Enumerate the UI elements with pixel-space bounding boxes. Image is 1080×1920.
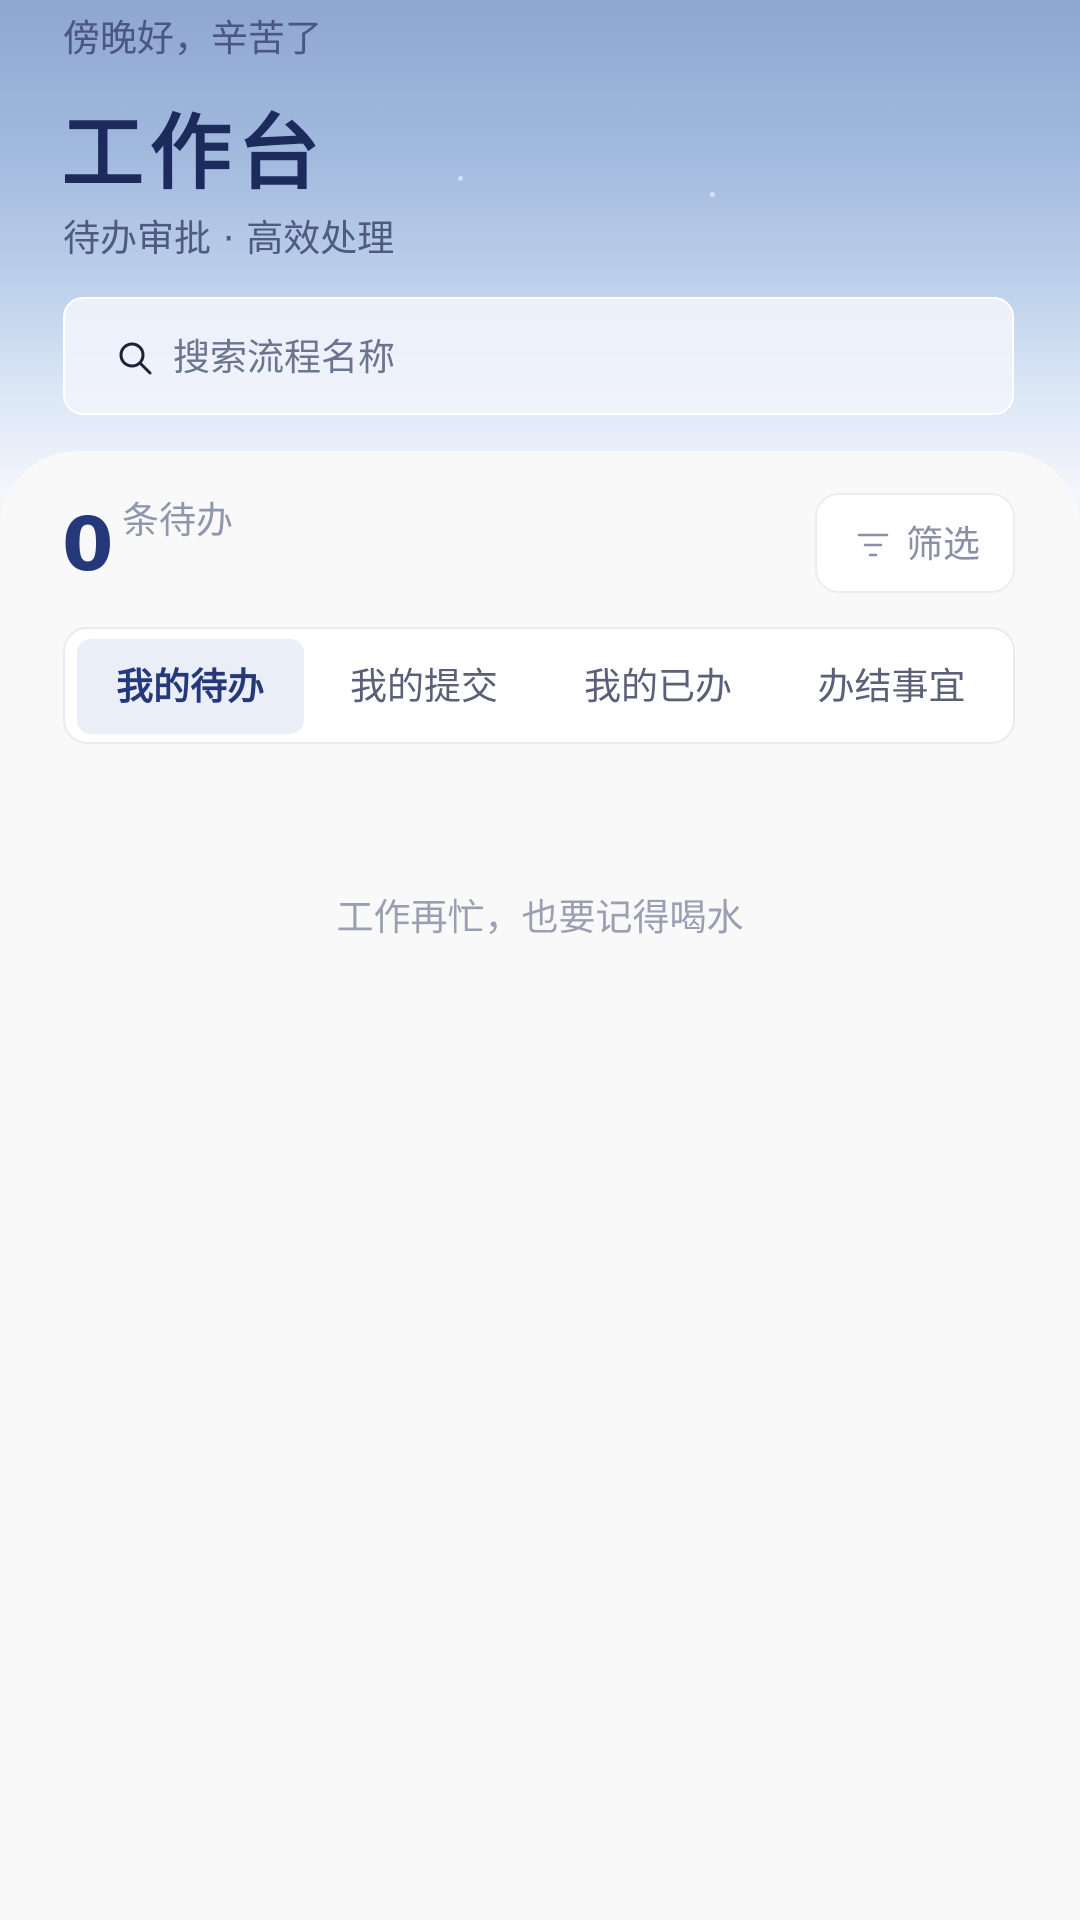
search-box[interactable] — [63, 297, 1014, 415]
filter-icon — [857, 533, 889, 557]
tab-completed-matters[interactable]: 办结事宜 — [778, 639, 1005, 734]
pending-count: 0 — [62, 502, 114, 588]
filter-label: 筛选 — [906, 523, 980, 566]
filter-button[interactable]: 筛选 — [815, 493, 1015, 593]
greeting-text: 傍晚好，辛苦了 — [63, 17, 322, 60]
decorative-dot — [710, 192, 715, 197]
empty-state-message: 工作再忙，也要记得喝水 — [336, 896, 744, 939]
decorative-dot — [458, 176, 463, 181]
search-input[interactable] — [173, 329, 973, 385]
tab-my-submitted[interactable]: 我的提交 — [310, 639, 538, 734]
pending-count-label: 条待办 — [122, 499, 233, 542]
page-title: 工作台 — [62, 106, 327, 201]
page-subtitle: 待办审批 · 高效处理 — [63, 217, 395, 260]
search-icon — [119, 342, 152, 375]
tab-my-done[interactable]: 我的已办 — [544, 639, 772, 734]
tab-bar: 我的待办 我的提交 我的已办 办结事宜 — [63, 627, 1015, 744]
tab-my-pending[interactable]: 我的待办 — [77, 639, 304, 734]
